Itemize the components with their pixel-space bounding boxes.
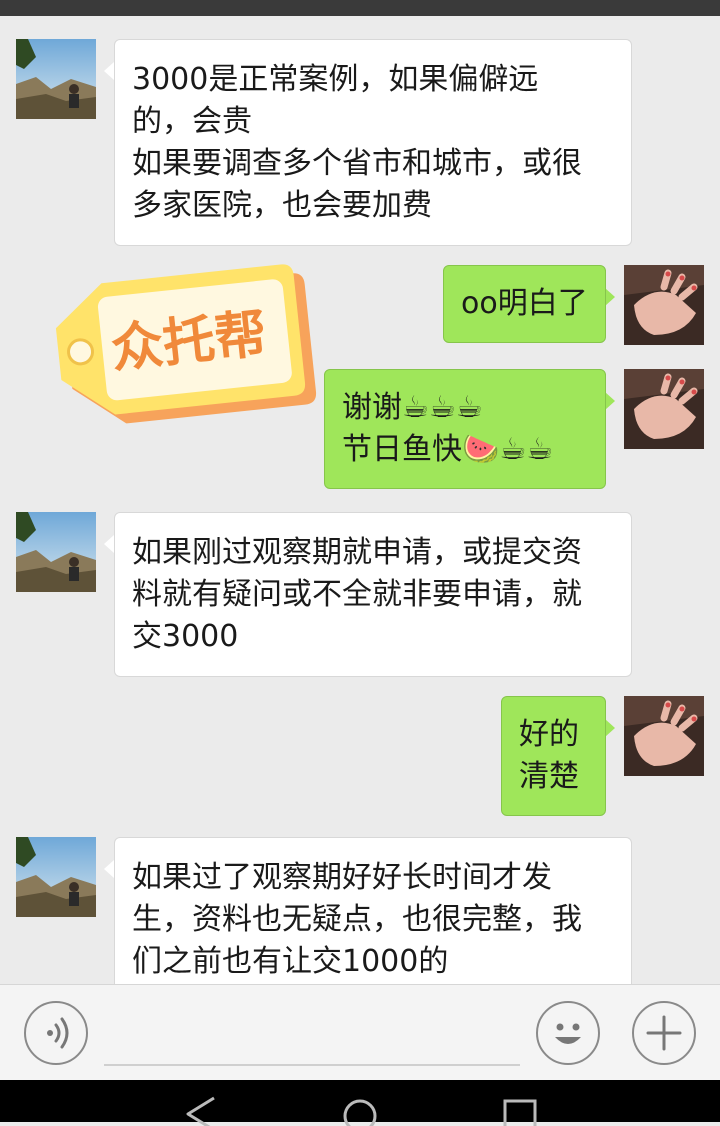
message-text: 多家医院，也会要加费 bbox=[132, 188, 432, 223]
message-input[interactable] bbox=[104, 1064, 520, 1066]
status-bar bbox=[0, 0, 720, 16]
message-text: 的，会贵 bbox=[132, 104, 252, 139]
message-text: 好的 bbox=[519, 717, 579, 752]
plus-icon bbox=[646, 1015, 682, 1051]
voice-input-icon bbox=[47, 1017, 69, 1049]
message-text: 如果要调查多个省市和城市，或很 bbox=[132, 146, 582, 181]
message-bubble[interactable]: 如果过了观察期好好长时间才发 生，资料也无疑点，也很完整，我 们之前也有让交10… bbox=[114, 837, 632, 984]
bubble-tail bbox=[605, 288, 615, 306]
self-avatar[interactable] bbox=[624, 369, 704, 449]
more-button[interactable] bbox=[632, 1001, 696, 1065]
emoji-icon bbox=[555, 1023, 581, 1044]
message-text: 如果刚过观察期就申请，或提交资 bbox=[132, 535, 582, 570]
message-text: oo明白了 bbox=[461, 286, 588, 321]
message-bubble[interactable]: 好的 清楚 bbox=[501, 696, 606, 816]
message-bubble[interactable]: oo明白了 bbox=[443, 265, 606, 343]
chat-input-bar bbox=[0, 984, 720, 1080]
bubble-tail bbox=[605, 719, 615, 737]
emoji-button[interactable] bbox=[536, 1001, 600, 1065]
message-text: 料就有疑问或不全就非要申请，就 bbox=[132, 577, 582, 612]
sticker-logo: 众托帮 bbox=[30, 256, 320, 466]
message-text: 节日鱼快🍉☕☕ bbox=[342, 432, 554, 467]
message-text: 交3000 bbox=[132, 619, 239, 654]
self-avatar[interactable] bbox=[624, 696, 704, 776]
message-text: 们之前也有让交1000的 bbox=[132, 944, 449, 979]
message-text: 谢谢☕☕☕ bbox=[342, 390, 483, 425]
message-bubble[interactable]: 谢谢☕☕☕ 节日鱼快🍉☕☕ bbox=[324, 369, 606, 489]
message-bubble[interactable]: 3000是正常案例，如果偏僻远 的，会贵 如果要调查多个省市和城市，或很 多家医… bbox=[114, 39, 632, 246]
bubble-tail bbox=[104, 62, 114, 80]
contact-avatar[interactable] bbox=[16, 837, 96, 917]
message-text: 3000是正常案例，如果偏僻远 bbox=[132, 62, 539, 97]
bubble-tail bbox=[104, 860, 114, 878]
navigation-bar bbox=[0, 1080, 720, 1126]
message-text: 生，资料也无疑点，也很完整，我 bbox=[132, 902, 582, 937]
bubble-tail bbox=[605, 392, 615, 410]
message-bubble[interactable]: 如果刚过观察期就申请，或提交资 料就有疑问或不全就非要申请，就 交3000 bbox=[114, 512, 632, 677]
chat-area[interactable]: 3000是正常案例，如果偏僻远 的，会贵 如果要调查多个省市和城市，或很 多家医… bbox=[0, 16, 720, 984]
message-text: 清楚 bbox=[519, 759, 579, 794]
bubble-tail bbox=[104, 535, 114, 553]
contact-avatar[interactable] bbox=[16, 39, 96, 119]
voice-button[interactable] bbox=[24, 1001, 88, 1065]
contact-avatar[interactable] bbox=[16, 512, 96, 592]
self-avatar[interactable] bbox=[624, 265, 704, 345]
message-text: 如果过了观察期好好长时间才发 bbox=[132, 860, 552, 895]
